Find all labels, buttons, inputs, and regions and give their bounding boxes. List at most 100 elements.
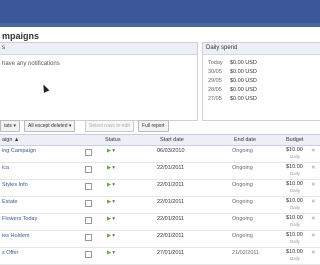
full-report-button[interactable]: Full report <box>138 120 169 132</box>
end-date: Ongoing <box>232 199 253 205</box>
end-date: 21/02/2011 <box>232 250 260 256</box>
budget-amount[interactable]: $10.00 <box>286 215 303 221</box>
campaigns-table: aign ▲ Status Start date End date Budget… <box>0 134 320 265</box>
spend-amount: $0.00 USD <box>230 69 257 75</box>
status-control[interactable]: ▶▾ <box>107 182 115 188</box>
select-rows-button[interactable]: Select rows to edit <box>85 120 134 132</box>
row-checkbox[interactable] <box>85 166 92 173</box>
close-icon[interactable]: ✕ <box>311 165 316 171</box>
notifications-panel: s have any notifications <box>0 42 198 121</box>
budget-amount[interactable]: $10.00 <box>286 198 303 204</box>
chevron-down-icon: ▾ <box>112 182 115 188</box>
budget-amount[interactable]: $10.00 <box>286 164 303 170</box>
status-control[interactable]: ▶▾ <box>107 216 115 222</box>
column-campaign[interactable]: aign ▲ <box>2 135 19 145</box>
top-bar-strip <box>0 23 320 27</box>
close-icon[interactable]: ✕ <box>311 216 316 222</box>
budget-period: Daily <box>290 154 301 159</box>
start-date: 22/01/2011 <box>157 216 185 222</box>
start-date: 22/01/2011 <box>157 233 185 239</box>
play-icon: ▶ <box>107 216 112 222</box>
facebook-top-bar <box>0 0 320 27</box>
daily-spend-header: Daily spend <box>203 43 320 55</box>
budget-amount[interactable]: $10.00 <box>286 232 303 238</box>
chevron-down-icon: ▾ <box>112 148 115 154</box>
chevron-down-icon: ▾ <box>112 199 115 205</box>
spend-row: Today $0.00 USD <box>203 59 320 68</box>
column-start-date[interactable]: Start date <box>160 135 184 145</box>
spend-date: 29/05 <box>208 78 222 84</box>
start-date: 22/01/2011 <box>157 199 185 205</box>
chevron-down-icon: ▾ <box>112 233 115 239</box>
filter-dropdown[interactable]: All except deleted ▾ <box>24 120 76 132</box>
close-icon[interactable]: ✕ <box>311 182 316 188</box>
notifications-message: have any notifications <box>2 61 60 67</box>
table-row[interactable]: ing Campaign ▶▾ 06/03/2010 Ongoing $10.0… <box>0 146 320 163</box>
status-control[interactable]: ▶▾ <box>107 233 115 239</box>
status-control[interactable]: ▶▾ <box>107 199 115 205</box>
row-checkbox[interactable] <box>85 217 92 224</box>
spend-amount: $0.00 USD <box>230 78 257 84</box>
row-checkbox[interactable] <box>85 251 92 258</box>
chevron-down-icon: ▾ <box>112 165 115 171</box>
spend-row: 30/05 $0.00 USD <box>203 68 320 77</box>
table-row[interactable]: Flowers Today ▶▾ 22/01/2011 Ongoing $10.… <box>0 214 320 231</box>
stats-dropdown[interactable]: tats ▾ <box>0 120 20 132</box>
status-control[interactable]: ▶▾ <box>107 165 115 171</box>
end-date: Ongoing <box>232 148 253 154</box>
spend-date: Today <box>208 60 223 66</box>
table-row[interactable]: s Offer ▶▾ 27/01/2011 21/02/2011 $10.00 … <box>0 248 320 265</box>
budget-period: Daily <box>290 188 301 193</box>
status-control[interactable]: ▶▾ <box>107 148 115 154</box>
budget-amount[interactable]: $10.00 <box>286 181 303 187</box>
campaign-name-link[interactable]: Flowers Today <box>2 216 37 222</box>
start-date: 06/03/2010 <box>157 148 185 154</box>
campaign-name-link[interactable]: s Offer <box>2 250 18 256</box>
start-date: 27/01/2011 <box>157 250 185 256</box>
row-checkbox[interactable] <box>85 149 92 156</box>
status-control[interactable]: ▶▾ <box>107 250 115 256</box>
column-status[interactable]: Status <box>105 135 121 145</box>
spend-amount: $0.00 USD <box>230 60 257 66</box>
row-checkbox[interactable] <box>85 183 92 190</box>
campaign-name-link[interactable]: ies Holdem <box>2 233 30 239</box>
spend-date: 28/05 <box>208 87 222 93</box>
start-date: 22/01/2011 <box>157 165 185 171</box>
spend-date: 30/05 <box>208 69 222 75</box>
play-icon: ▶ <box>107 199 112 205</box>
spend-amount: $0.00 USD <box>230 96 257 102</box>
spend-amount: $0.00 USD <box>230 87 257 93</box>
close-icon[interactable]: ✕ <box>311 148 316 154</box>
play-icon: ▶ <box>107 182 112 188</box>
column-budget[interactable]: Budget <box>286 135 303 145</box>
budget-period: Daily <box>290 222 301 227</box>
play-icon: ▶ <box>107 250 112 256</box>
spend-row: 27/05 $0.00 USD <box>203 95 320 104</box>
campaign-name-link[interactable]: ica <box>2 165 9 171</box>
end-date: Ongoing <box>232 182 253 188</box>
table-header: aign ▲ Status Start date End date Budget <box>0 134 320 146</box>
budget-amount[interactable]: $10.00 <box>286 147 303 153</box>
budget-period: Daily <box>290 205 301 210</box>
chevron-down-icon: ▾ <box>112 250 115 256</box>
column-end-date[interactable]: End date <box>234 135 256 145</box>
notifications-header: s <box>0 43 197 55</box>
start-date: 22/01/2011 <box>157 182 185 188</box>
budget-amount[interactable]: $10.00 <box>286 249 303 255</box>
close-icon[interactable]: ✕ <box>311 199 316 205</box>
table-row[interactable]: ica ▶▾ 22/01/2011 Ongoing $10.00 Daily ✕ <box>0 163 320 180</box>
row-checkbox[interactable] <box>85 200 92 207</box>
chevron-down-icon: ▾ <box>112 216 115 222</box>
campaign-name-link[interactable]: Styles Info <box>2 182 28 188</box>
spend-date: 27/05 <box>208 96 222 102</box>
close-icon[interactable]: ✕ <box>311 250 316 256</box>
campaign-name-link[interactable]: ing Campaign <box>2 148 36 154</box>
end-date: Ongoing <box>232 216 253 222</box>
campaign-name-link[interactable]: Estate <box>2 199 18 205</box>
close-icon[interactable]: ✕ <box>311 233 316 239</box>
spend-row: 28/05 $0.00 USD <box>203 86 320 95</box>
table-row[interactable]: Estate ▶▾ 22/01/2011 Ongoing $10.00 Dail… <box>0 197 320 214</box>
table-row[interactable]: Styles Info ▶▾ 22/01/2011 Ongoing $10.00… <box>0 180 320 197</box>
play-icon: ▶ <box>107 233 112 239</box>
play-icon: ▶ <box>107 165 112 171</box>
